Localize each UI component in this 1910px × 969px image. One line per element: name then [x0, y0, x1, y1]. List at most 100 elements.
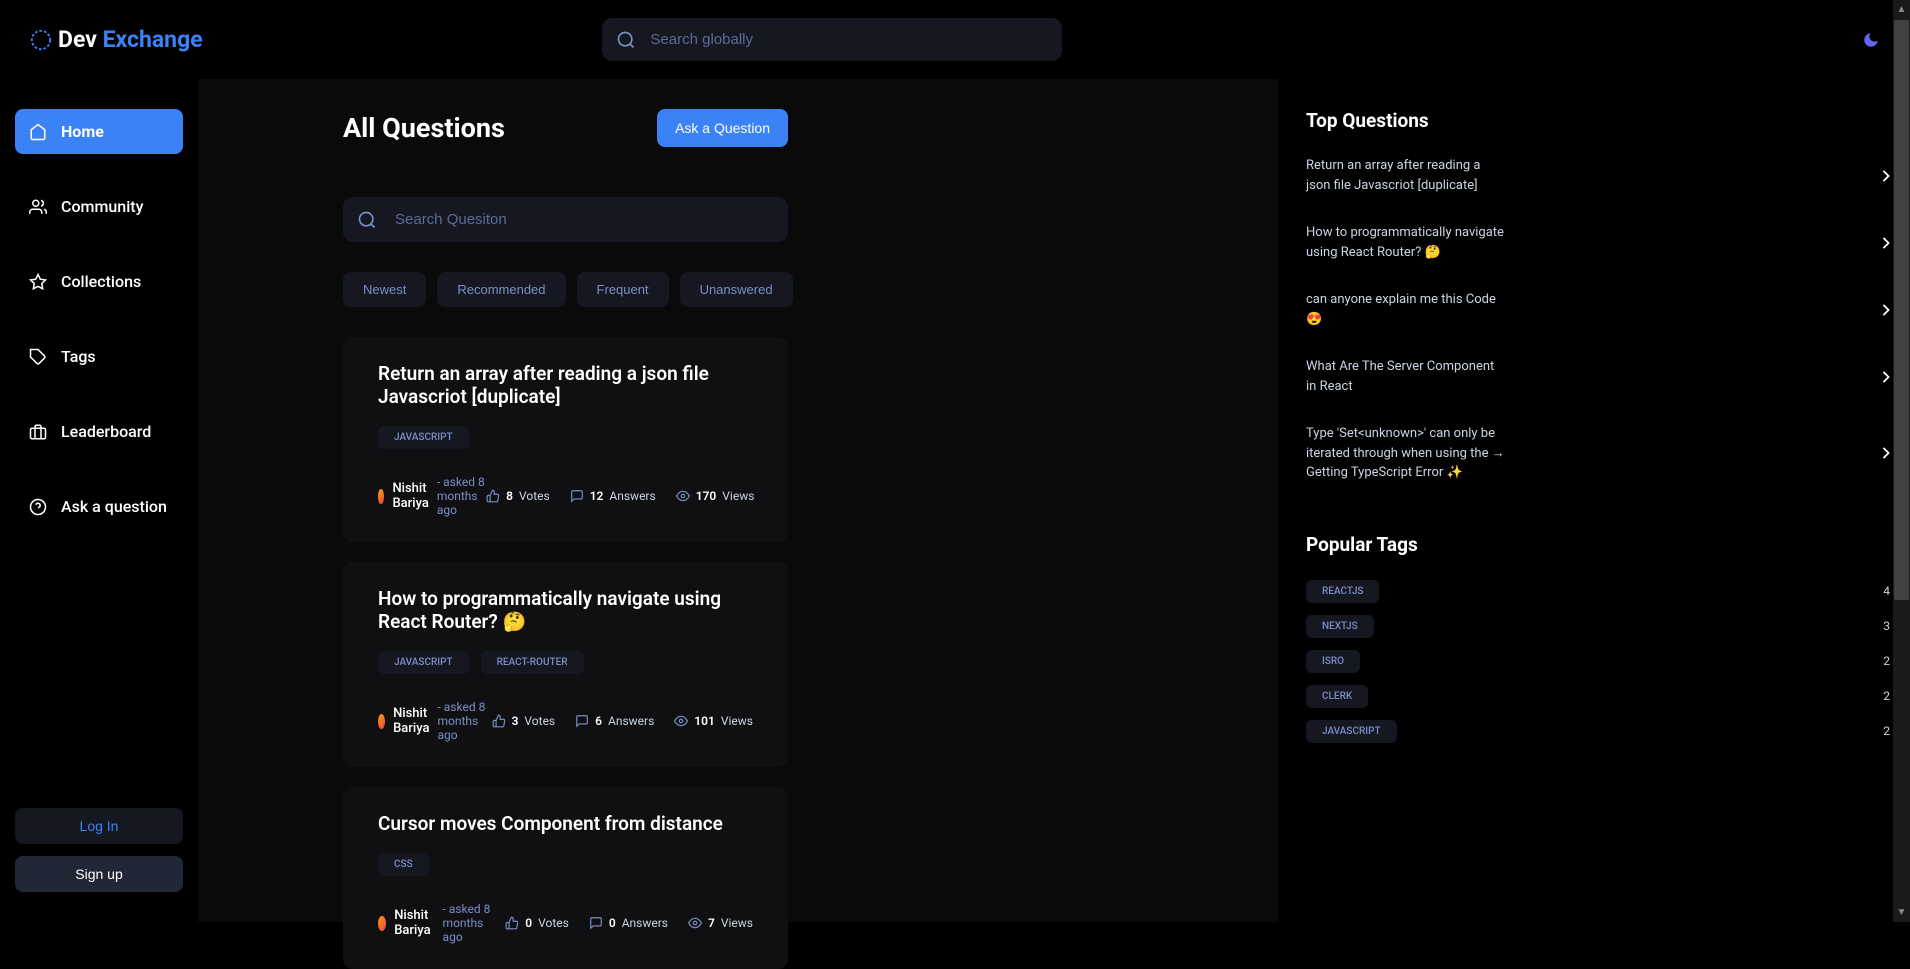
question-footer: Nishit Bariya - asked 8 months ago 8 Vot…: [378, 475, 753, 517]
sidebar-label: Home: [61, 122, 104, 141]
logo[interactable]: Dev Exchange: [30, 26, 203, 53]
chevron-right-icon: [1882, 170, 1890, 182]
content-header: All Questions Ask a Question: [343, 109, 788, 147]
author-name: Nishit Bariya: [394, 908, 434, 938]
right-sidebar: Top Questions Return an array after read…: [1278, 79, 1910, 922]
avatar: [378, 714, 385, 729]
main-container: Home Community Collections Tags Leaderbo…: [0, 79, 1910, 922]
chevron-right-icon: [1882, 304, 1890, 316]
message-icon: [589, 916, 603, 930]
logo-icon: [30, 29, 52, 51]
page-title: All Questions: [343, 112, 505, 144]
chevron-right-icon: [1882, 447, 1890, 459]
top-question-item[interactable]: How to programmatically navigate using R…: [1306, 223, 1890, 262]
search-icon: [616, 30, 636, 50]
login-button[interactable]: Log In: [15, 808, 183, 844]
stat-votes: 8 Votes: [486, 489, 550, 503]
sidebar-label: Leaderboard: [61, 422, 151, 441]
sidebar-item-leaderboard[interactable]: Leaderboard: [15, 409, 183, 454]
question-card: Cursor moves Component from distance CSS…: [343, 787, 788, 969]
sidebar-item-home[interactable]: Home: [15, 109, 183, 154]
top-question-item[interactable]: Return an array after reading a json fil…: [1306, 156, 1890, 195]
question-tags: JAVASCRIPT REACT-ROUTER: [378, 651, 753, 674]
sidebar-label: Collections: [61, 272, 141, 291]
eye-icon: [674, 714, 688, 728]
question-title[interactable]: Cursor moves Component from distance: [378, 812, 753, 835]
question-footer: Nishit Bariya - asked 8 months ago 0 Vot…: [378, 902, 753, 944]
popular-tag: JAVASCRIPT: [1306, 720, 1397, 743]
tag-icon: [29, 348, 47, 366]
asked-time: - asked 8 months ago: [443, 902, 506, 944]
question-tag[interactable]: JAVASCRIPT: [378, 651, 469, 674]
thumbsup-icon: [486, 489, 500, 503]
filter-tabs: Newest Recommended Frequent Unanswered: [343, 272, 788, 307]
filter-newest[interactable]: Newest: [343, 272, 426, 307]
app-header: Dev Exchange: [0, 0, 1910, 79]
message-icon: [570, 489, 584, 503]
avatar: [378, 916, 386, 931]
filter-frequent[interactable]: Frequent: [577, 272, 669, 307]
question-search-input[interactable]: [343, 197, 788, 242]
popular-tag: CLERK: [1306, 685, 1368, 708]
filter-unanswered[interactable]: Unanswered: [680, 272, 793, 307]
top-question-item[interactable]: What Are The Server Component in React: [1306, 357, 1890, 396]
popular-tag: REACTJS: [1306, 580, 1379, 603]
author-name: Nishit Bariya: [393, 706, 429, 736]
popular-tag-item[interactable]: JAVASCRIPT 2: [1306, 720, 1890, 743]
question-card: How to programmatically navigate using R…: [343, 562, 788, 767]
sidebar-item-ask[interactable]: Ask a question: [15, 484, 183, 529]
left-sidebar: Home Community Collections Tags Leaderbo…: [0, 79, 198, 922]
filter-recommended[interactable]: Recommended: [437, 272, 565, 307]
asked-time: - asked 8 months ago: [437, 700, 491, 742]
sidebar-item-collections[interactable]: Collections: [15, 259, 183, 304]
tag-count: 2: [1883, 724, 1890, 738]
stat-answers: 6 Answers: [575, 714, 654, 728]
popular-tag-item[interactable]: CLERK 2: [1306, 685, 1890, 708]
content-area: All Questions Ask a Question Newest Reco…: [198, 79, 1910, 922]
message-icon: [575, 714, 589, 728]
global-search-input[interactable]: [602, 18, 1062, 61]
question-title[interactable]: How to programmatically navigate using R…: [378, 587, 753, 633]
question-tag[interactable]: REACT-ROUTER: [481, 651, 584, 674]
author-info[interactable]: Nishit Bariya - asked 8 months ago: [378, 902, 505, 944]
scrollbar-track[interactable]: ▲ ▼: [1893, 0, 1910, 922]
question-footer: Nishit Bariya - asked 8 months ago 3 Vot…: [378, 700, 753, 742]
stat-views: 7 Views: [688, 916, 753, 930]
sidebar-nav: Home Community Collections Tags Leaderbo…: [15, 109, 183, 808]
top-question-item[interactable]: Type 'Set<unknown>' can only be iterated…: [1306, 424, 1890, 483]
top-question-item[interactable]: can anyone explain me this Code 😍: [1306, 290, 1890, 329]
question-stats: 0 Votes 0 Answers 7 Views: [505, 916, 753, 930]
users-icon: [29, 198, 47, 216]
question-search-container: [343, 197, 788, 242]
popular-tags-section: Popular Tags REACTJS 4 NEXTJS 3 ISRO 2 C…: [1306, 533, 1890, 743]
popular-tag-item[interactable]: ISRO 2: [1306, 650, 1890, 673]
stat-answers: 12 Answers: [570, 489, 656, 503]
ask-question-button[interactable]: Ask a Question: [657, 109, 788, 147]
briefcase-icon: [29, 423, 47, 441]
popular-tag: ISRO: [1306, 650, 1360, 673]
stat-votes: 3 Votes: [492, 714, 556, 728]
sidebar-item-community[interactable]: Community: [15, 184, 183, 229]
sidebar-item-tags[interactable]: Tags: [15, 334, 183, 379]
question-tag[interactable]: CSS: [378, 853, 429, 876]
global-search-container: [602, 18, 1062, 61]
popular-tag-item[interactable]: REACTJS 4: [1306, 580, 1890, 603]
popular-tag-item[interactable]: NEXTJS 3: [1306, 615, 1890, 638]
question-tags: CSS: [378, 853, 753, 876]
eye-icon: [688, 916, 702, 930]
scrollbar-arrow-down[interactable]: ▼: [1894, 905, 1909, 920]
scrollbar-arrow-up[interactable]: ▲: [1894, 2, 1909, 17]
sidebar-auth: Log In Sign up: [15, 808, 183, 892]
scrollbar-thumb[interactable]: [1894, 20, 1909, 600]
theme-toggle-icon[interactable]: [1862, 31, 1880, 49]
author-info[interactable]: Nishit Bariya - asked 8 months ago: [378, 475, 486, 517]
author-name: Nishit Bariya: [392, 481, 428, 511]
signup-button[interactable]: Sign up: [15, 856, 183, 892]
question-title[interactable]: Return an array after reading a json fil…: [378, 362, 753, 408]
author-info[interactable]: Nishit Bariya - asked 8 months ago: [378, 700, 492, 742]
question-tags: JAVASCRIPT: [378, 426, 753, 449]
stat-views: 101 Views: [674, 714, 753, 728]
question-tag[interactable]: JAVASCRIPT: [378, 426, 469, 449]
asked-time: - asked 8 months ago: [437, 475, 486, 517]
tag-count: 2: [1883, 654, 1890, 668]
